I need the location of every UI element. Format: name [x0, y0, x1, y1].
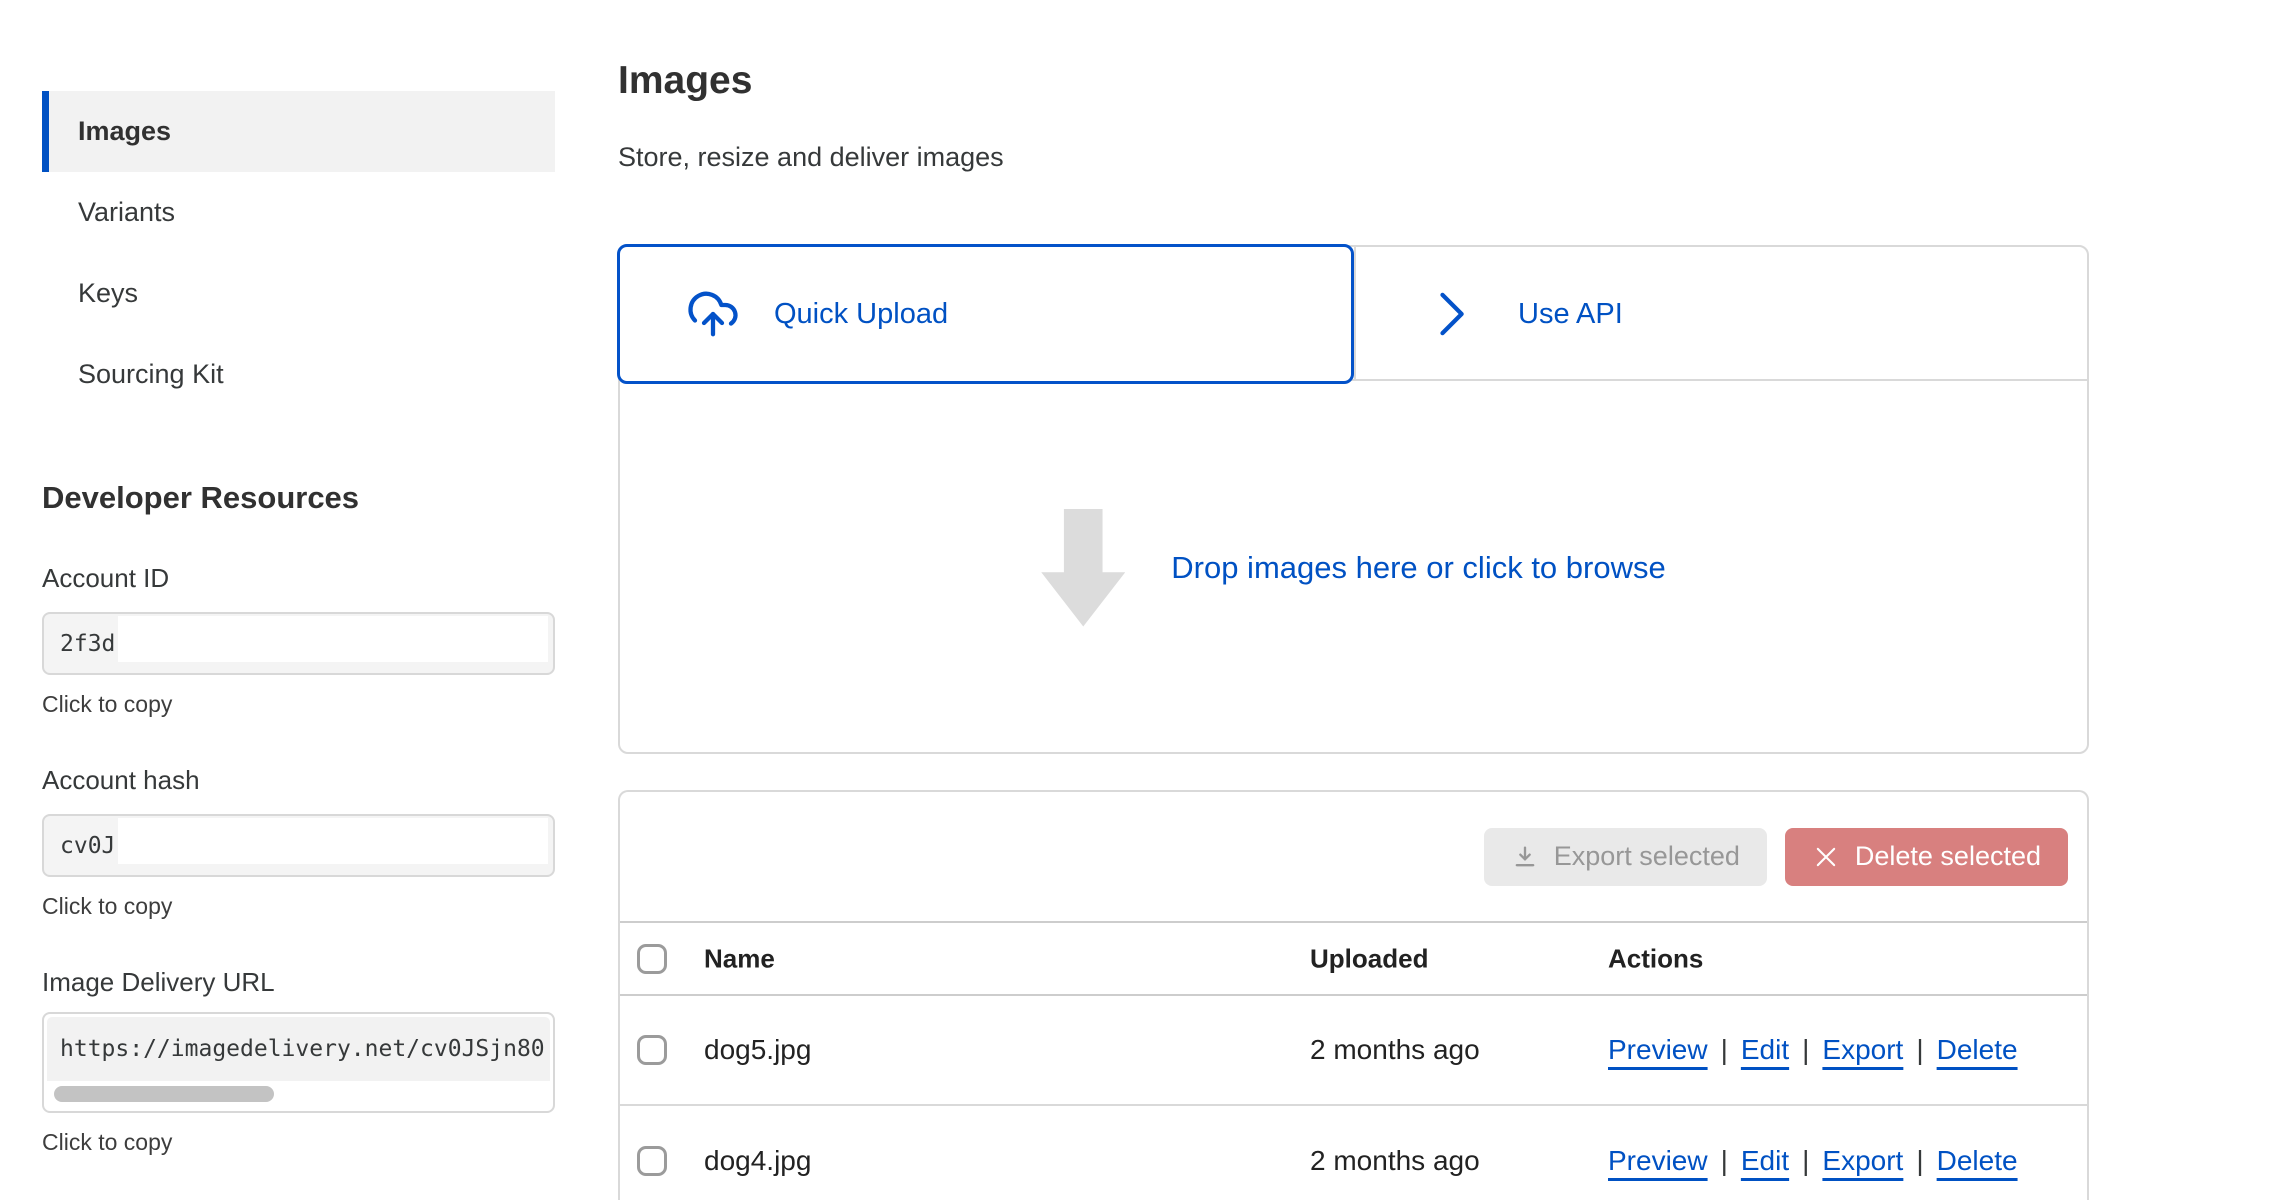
action-separator: | [1802, 1034, 1809, 1065]
table-header-row: Name Uploaded Actions [620, 921, 2087, 996]
row-checkbox[interactable] [637, 1035, 667, 1065]
row-actions: Preview | Edit | Export | Delete [1608, 1034, 2018, 1066]
delete-link[interactable]: Delete [1937, 1145, 2018, 1176]
delete-selected-button[interactable]: Delete selected [1785, 828, 2068, 886]
developer-resources-section: Developer Resources Account ID 2f3d Clic… [42, 480, 555, 1156]
table-row: dog5.jpg 2 months ago Preview | Edit | Expor… [620, 996, 2087, 1106]
action-separator: | [1721, 1034, 1728, 1065]
account-hash-copy-hint[interactable]: Click to copy [42, 893, 555, 920]
table-toolbar: Export selected Delete selected [620, 792, 2087, 921]
preview-link[interactable]: Preview [1608, 1145, 1708, 1176]
page-title: Images [618, 58, 752, 104]
row-actions: Preview | Edit | Export | Delete [1608, 1145, 2018, 1177]
account-id-label: Account ID [42, 563, 555, 594]
dropzone-text: Drop images here or click to browse [1171, 550, 1665, 586]
edit-link[interactable]: Edit [1741, 1145, 1789, 1176]
account-hash-label: Account hash [42, 765, 555, 796]
action-separator: | [1721, 1145, 1728, 1176]
account-hash-value-box[interactable]: cv0J [42, 814, 555, 877]
horizontal-scrollbar[interactable] [54, 1086, 274, 1102]
account-hash-value: cv0J [60, 833, 115, 859]
row-name: dog5.jpg [704, 1034, 811, 1066]
row-checkbox[interactable] [637, 1146, 667, 1176]
images-table-panel: Export selected Delete selected Name Upl… [618, 790, 2089, 1200]
edit-link[interactable]: Edit [1741, 1034, 1789, 1065]
image-delivery-url-value: https://imagedelivery.net/cv0JSjn80 [47, 1017, 550, 1081]
upload-dropzone[interactable]: Drop images here or click to browse [620, 383, 2087, 752]
column-header-actions: Actions [1608, 943, 1703, 974]
tab-quick-upload-label: Quick Upload [774, 298, 948, 331]
upload-panel: Quick Upload Use API Drop images here or… [618, 245, 2089, 754]
export-link[interactable]: Export [1822, 1145, 1903, 1176]
export-selected-button[interactable]: Export selected [1484, 828, 1767, 886]
page-subtitle: Store, resize and deliver images [618, 142, 1004, 173]
sidebar-item-variants[interactable]: Variants [42, 172, 555, 253]
tab-use-api[interactable]: Use API [1354, 247, 2087, 381]
arrow-down-icon [1041, 509, 1125, 627]
account-id-value: 2f3d [60, 631, 115, 657]
image-delivery-url-label: Image Delivery URL [42, 967, 555, 998]
export-selected-label: Export selected [1554, 841, 1740, 872]
delete-selected-label: Delete selected [1855, 841, 2041, 872]
action-separator: | [1916, 1034, 1923, 1065]
column-header-uploaded: Uploaded [1310, 943, 1428, 974]
select-all-checkbox[interactable] [637, 944, 667, 974]
table-row: dog4.jpg 2 months ago Preview | Edit | Expor… [620, 1106, 2087, 1200]
redaction-overlay [118, 616, 548, 662]
sidebar-item-sourcing-kit[interactable]: Sourcing Kit [42, 334, 555, 415]
row-name: dog4.jpg [704, 1145, 811, 1177]
sidebar-nav: Images Variants Keys Sourcing Kit [42, 91, 555, 415]
x-icon [1812, 843, 1840, 871]
row-uploaded: 2 months ago [1310, 1145, 1480, 1177]
chevron-right-icon [1434, 288, 1468, 340]
cloud-upload-icon [686, 287, 740, 341]
action-separator: | [1916, 1145, 1923, 1176]
upload-tab-row: Quick Upload Use API [620, 247, 2087, 381]
preview-link[interactable]: Preview [1608, 1034, 1708, 1065]
app-root: Images Variants Keys Sourcing Kit Develo… [0, 0, 2270, 1200]
column-header-name: Name [704, 943, 775, 974]
action-separator: | [1802, 1145, 1809, 1176]
tab-use-api-label: Use API [1518, 298, 1623, 331]
account-id-value-box[interactable]: 2f3d [42, 612, 555, 675]
download-icon [1511, 843, 1539, 871]
sidebar-item-keys[interactable]: Keys [42, 253, 555, 334]
redaction-overlay [118, 818, 548, 864]
export-link[interactable]: Export [1822, 1034, 1903, 1065]
delete-link[interactable]: Delete [1937, 1034, 2018, 1065]
image-delivery-url-box[interactable]: https://imagedelivery.net/cv0JSjn80 [42, 1012, 555, 1113]
row-uploaded: 2 months ago [1310, 1034, 1480, 1066]
sidebar-item-images[interactable]: Images [42, 91, 555, 172]
account-id-copy-hint[interactable]: Click to copy [42, 691, 555, 718]
image-delivery-url-copy-hint[interactable]: Click to copy [42, 1129, 555, 1156]
tab-quick-upload[interactable]: Quick Upload [617, 244, 1354, 384]
developer-resources-heading: Developer Resources [42, 480, 555, 516]
